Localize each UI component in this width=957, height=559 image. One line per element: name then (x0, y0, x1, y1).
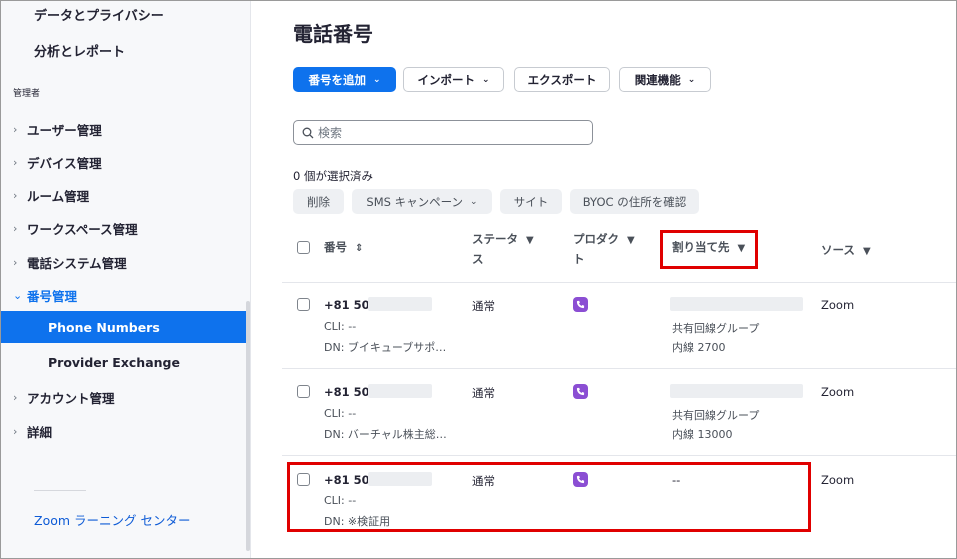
chevron-right-icon: › (13, 122, 18, 136)
cli-text: CLI: -- (324, 320, 357, 333)
select-all-checkbox[interactable] (297, 241, 310, 254)
delete-button[interactable]: 削除 (293, 189, 344, 214)
assignee-type: 共有回線グループ (672, 322, 760, 335)
phone-number: +81 50 (324, 298, 370, 312)
page-title: 電話番号 (293, 22, 373, 46)
chevron-right-icon: › (13, 390, 18, 404)
chevron-right-icon: › (13, 221, 18, 235)
verify-byoc-address-button[interactable]: BYOC の住所を確認 (570, 189, 699, 214)
masked-number (368, 297, 432, 311)
search-icon (302, 127, 314, 138)
chevron-right-icon: › (13, 188, 18, 202)
sidebar-item-analytics[interactable]: 分析とレポート (34, 41, 125, 60)
column-header-source[interactable]: ソース ▼ (821, 241, 871, 261)
related-features-button[interactable]: 関連機能 ⌄ (619, 67, 711, 92)
source-text: Zoom (821, 298, 855, 312)
main-content: 電話番号 番号を追加 ⌄ インポート ⌄ エクスポート 関連機能 ⌄ 0 個が選… (252, 1, 956, 558)
dn-text: DN: ブイキューブサポ… (324, 341, 447, 354)
row-divider (282, 455, 956, 456)
filter-icon[interactable]: ▼ (627, 231, 635, 250)
assignee-extension: 内線 2700 (672, 341, 726, 354)
chevron-right-icon: › (13, 155, 18, 169)
column-header-product[interactable]: プロダク ▼ ト (573, 230, 643, 269)
sidebar-item-phone-system-management[interactable]: › 電話システム管理 (13, 251, 127, 273)
column-header-status[interactable]: ステータ ▼ ス (472, 230, 542, 269)
phone-icon (573, 297, 588, 312)
export-button[interactable]: エクスポート (514, 67, 610, 92)
sidebar-divider (34, 490, 86, 491)
row-divider (282, 368, 956, 369)
sidebar-item-number-management[interactable]: ⌄ 番号管理 (13, 284, 77, 306)
sidebar-item-account-management[interactable]: › アカウント管理 (13, 386, 115, 408)
search-input[interactable] (318, 125, 578, 140)
sms-campaign-button[interactable]: SMS キャンペーン ⌄ (352, 189, 492, 214)
row-checkbox[interactable] (297, 298, 310, 311)
source-text: Zoom (821, 385, 855, 399)
sidebar-scrollbar[interactable] (246, 301, 250, 551)
assignee-type: 共有回線グループ (672, 409, 760, 422)
sidebar-item-details[interactable]: › 詳細 (13, 420, 52, 442)
site-button[interactable]: サイト (500, 189, 562, 214)
status-text: 通常 (472, 299, 495, 313)
sidebar-item-workspace-management[interactable]: › ワークスペース管理 (13, 217, 138, 239)
masked-number (368, 384, 432, 398)
masked-assignee (670, 297, 803, 311)
row-checkbox[interactable] (297, 385, 310, 398)
sort-icon[interactable]: ⇕ (355, 239, 363, 258)
highlight-assignee-column (660, 230, 758, 269)
learning-center-link[interactable]: Zoom ラーニング センター (34, 510, 190, 529)
sidebar: データとプライバシー 分析とレポート 管理者 › ユーザー管理 › デバイス管理… (1, 1, 251, 558)
highlight-row (287, 462, 811, 532)
cli-text: CLI: -- (324, 407, 357, 420)
import-button[interactable]: インポート ⌄ (403, 67, 504, 92)
chevron-down-icon: ⌄ (372, 74, 381, 85)
dn-text: DN: バーチャル株主総… (324, 428, 447, 441)
source-text: Zoom (821, 473, 855, 487)
chevron-down-icon: ⌄ (481, 74, 490, 85)
app-frame: データとプライバシー 分析とレポート 管理者 › ユーザー管理 › デバイス管理… (0, 0, 957, 559)
chevron-down-icon: ⌄ (470, 196, 478, 207)
sidebar-item-room-management[interactable]: › ルーム管理 (13, 184, 89, 206)
column-header-number[interactable]: 番号 ⇕ (324, 238, 363, 258)
phone-number: +81 50 (324, 385, 370, 399)
chevron-right-icon: › (13, 424, 18, 438)
selected-count: 0 個が選択済み (293, 169, 373, 183)
filter-icon[interactable]: ▼ (863, 242, 871, 261)
chevron-down-icon: ⌄ (13, 288, 23, 302)
sidebar-item-user-management[interactable]: › ユーザー管理 (13, 118, 102, 140)
sidebar-subitem-phone-numbers[interactable]: Phone Numbers (1, 311, 249, 343)
sidebar-section-admin: 管理者 (13, 89, 41, 99)
row-divider (282, 282, 956, 283)
filter-icon[interactable]: ▼ (526, 231, 534, 250)
masked-assignee (670, 384, 803, 398)
status-text: 通常 (472, 386, 495, 400)
sidebar-subitem-provider-exchange[interactable]: Provider Exchange (1, 346, 249, 378)
chevron-right-icon: › (13, 255, 18, 269)
phone-icon (573, 384, 588, 399)
sidebar-item-data-privacy[interactable]: データとプライバシー (34, 5, 164, 24)
assignee-extension: 内線 13000 (672, 428, 733, 441)
chevron-down-icon: ⌄ (687, 74, 696, 85)
add-number-button[interactable]: 番号を追加 ⌄ (293, 67, 396, 92)
sidebar-item-device-management[interactable]: › デバイス管理 (13, 151, 102, 173)
search-box (293, 120, 593, 145)
